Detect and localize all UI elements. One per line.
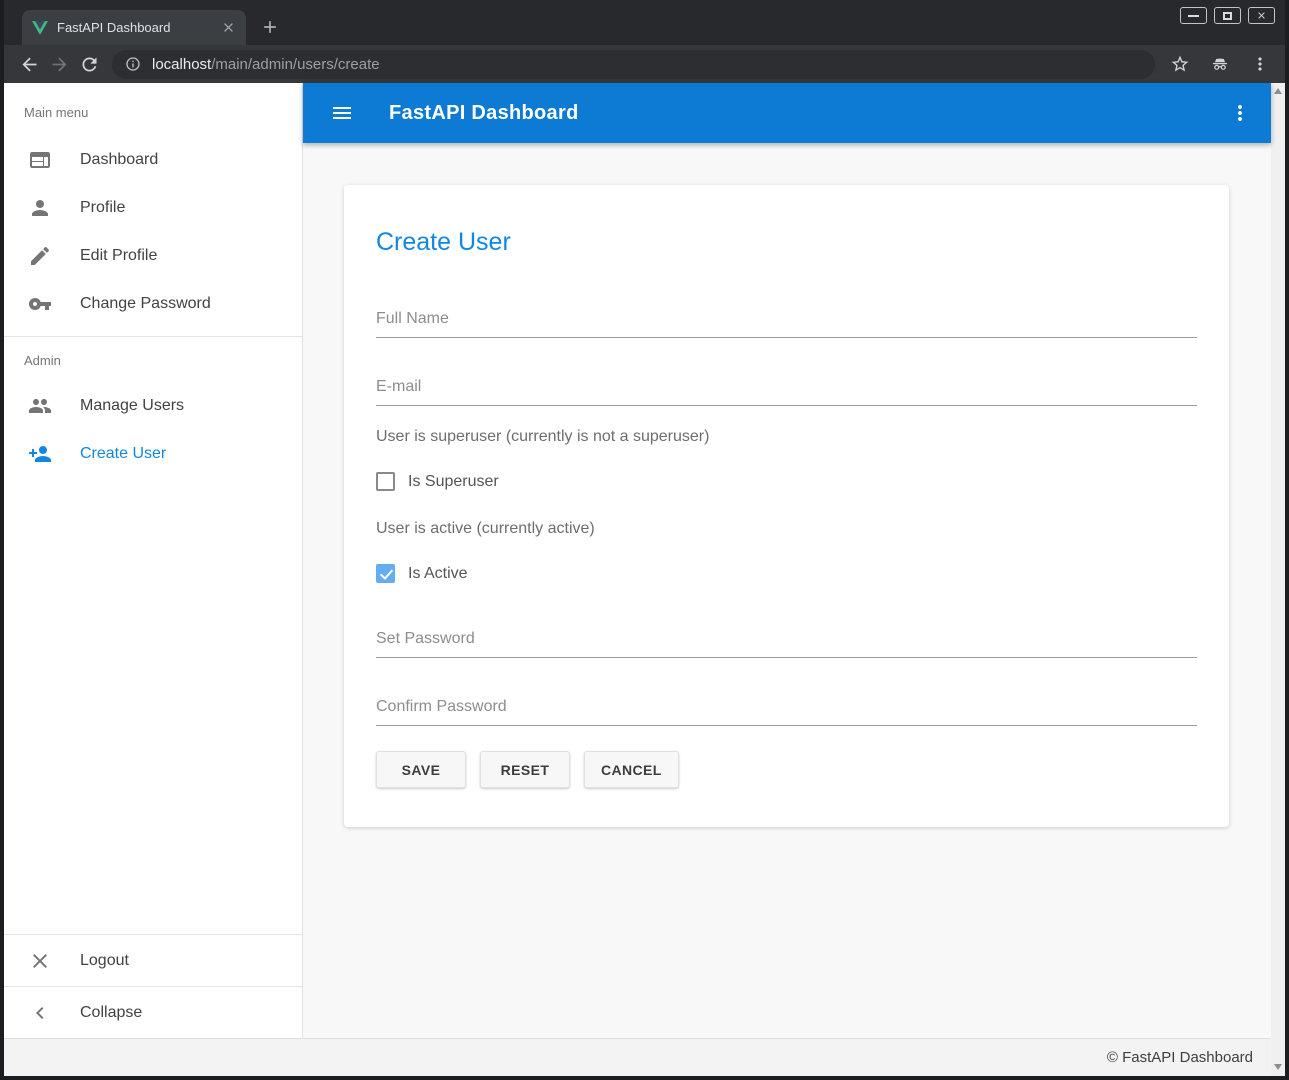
confirm-password-field bbox=[376, 678, 1197, 726]
bookmark-button[interactable] bbox=[1165, 49, 1195, 79]
password-field bbox=[376, 610, 1197, 658]
save-button[interactable]: SAVE bbox=[376, 751, 466, 788]
back-button[interactable] bbox=[14, 49, 44, 79]
plus-icon bbox=[260, 17, 280, 37]
sidebar-item-collapse[interactable]: Collapse bbox=[4, 987, 302, 1038]
sidebar-item-label: Change Password bbox=[80, 295, 211, 313]
browser-window: FastAPI Dashboard bbox=[0, 0, 1289, 1080]
is-superuser-label: Is Superuser bbox=[408, 473, 499, 491]
scroll-down-arrow-icon[interactable] bbox=[1274, 1064, 1282, 1070]
window-controls bbox=[1180, 7, 1275, 24]
star-icon bbox=[1170, 54, 1190, 74]
appbar-menu-button[interactable] bbox=[1226, 99, 1254, 127]
pencil-icon bbox=[28, 244, 52, 268]
page-content: Create User User is superuser (currently… bbox=[303, 143, 1271, 1038]
toolbar-actions bbox=[1165, 49, 1275, 79]
sidebar-item-profile[interactable]: Profile bbox=[4, 184, 302, 232]
incognito-indicator bbox=[1205, 49, 1235, 79]
sidebar-section-header-main-menu: Main menu bbox=[4, 83, 302, 136]
hamburger-menu-button[interactable] bbox=[328, 99, 356, 127]
maximize-icon bbox=[1223, 12, 1232, 20]
is-active-row[interactable]: Is Active bbox=[376, 564, 1197, 583]
sidebar-item-create-user[interactable]: Create User bbox=[4, 430, 302, 478]
minimize-icon bbox=[1188, 15, 1199, 17]
is-active-label: Is Active bbox=[408, 565, 468, 583]
is-superuser-checkbox[interactable] bbox=[376, 472, 395, 491]
back-arrow-icon bbox=[19, 54, 40, 75]
people-icon bbox=[28, 394, 52, 418]
sidebar-item-label: Logout bbox=[80, 952, 129, 970]
kebab-menu-icon bbox=[1228, 101, 1252, 125]
appbar: FastAPI Dashboard bbox=[303, 83, 1271, 143]
hamburger-icon bbox=[330, 101, 354, 125]
maximize-button[interactable] bbox=[1214, 7, 1241, 24]
sidebar-item-label: Create User bbox=[80, 445, 166, 463]
is-superuser-row[interactable]: Is Superuser bbox=[376, 472, 1197, 491]
reload-button[interactable] bbox=[74, 49, 104, 79]
sidebar-bottom: Logout Collapse bbox=[4, 934, 302, 1038]
url-field[interactable]: localhost/main/admin/users/create bbox=[112, 50, 1155, 79]
person-icon bbox=[28, 196, 52, 220]
sidebar-item-logout[interactable]: Logout bbox=[4, 935, 302, 986]
scroll-up-arrow-icon[interactable] bbox=[1274, 88, 1282, 94]
browser-toolbar: localhost/main/admin/users/create bbox=[4, 45, 1285, 83]
reset-button[interactable]: RESET bbox=[480, 751, 570, 788]
copyright-text: © FastAPI Dashboard bbox=[1107, 1049, 1253, 1066]
url-path: /main/admin/users/create bbox=[211, 56, 379, 73]
url-host: localhost bbox=[152, 56, 211, 73]
sidebar-item-manage-users[interactable]: Manage Users bbox=[4, 382, 302, 430]
sidebar-item-label: Collapse bbox=[80, 1004, 142, 1022]
browser-tab[interactable]: FastAPI Dashboard bbox=[22, 10, 246, 45]
full-name-input[interactable] bbox=[376, 310, 1197, 337]
sidebar-item-edit-profile[interactable]: Edit Profile bbox=[4, 232, 302, 280]
sidebar-item-dashboard[interactable]: Dashboard bbox=[4, 136, 302, 184]
close-icon bbox=[28, 949, 52, 973]
email-input[interactable] bbox=[376, 378, 1197, 405]
tab-title: FastAPI Dashboard bbox=[57, 20, 221, 35]
sidebar-section-header-admin: Admin bbox=[4, 337, 302, 382]
sidebar-item-label: Edit Profile bbox=[80, 247, 157, 265]
close-icon bbox=[1256, 10, 1267, 21]
create-user-card: Create User User is superuser (currently… bbox=[344, 185, 1229, 827]
dashboard-icon bbox=[28, 148, 52, 172]
sidebar-item-label: Profile bbox=[80, 199, 125, 217]
sidebar-item-label: Manage Users bbox=[80, 397, 184, 415]
password-input[interactable] bbox=[376, 630, 1197, 657]
sidebar-item-label: Dashboard bbox=[80, 151, 158, 169]
forward-arrow-icon bbox=[49, 54, 70, 75]
sidebar-item-change-password[interactable]: Change Password bbox=[4, 280, 302, 328]
chevron-left-icon bbox=[28, 1001, 52, 1025]
form-buttons: SAVE RESET CANCEL bbox=[376, 751, 1197, 788]
page-footer: © FastAPI Dashboard bbox=[4, 1038, 1271, 1076]
url-text: localhost/main/admin/users/create bbox=[152, 56, 380, 73]
email-field bbox=[376, 358, 1197, 406]
browser-titlebar: FastAPI Dashboard bbox=[4, 0, 1285, 45]
browser-menu-button[interactable] bbox=[1245, 49, 1275, 79]
tab-close-icon[interactable] bbox=[221, 20, 236, 35]
main-area: FastAPI Dashboard Create User bbox=[303, 83, 1271, 1038]
superuser-hint: User is superuser (currently is not a su… bbox=[376, 428, 1197, 446]
reload-icon bbox=[79, 54, 100, 75]
is-active-checkbox[interactable] bbox=[376, 564, 395, 583]
full-name-field bbox=[376, 290, 1197, 338]
info-icon[interactable] bbox=[125, 56, 141, 72]
forward-button[interactable] bbox=[44, 49, 74, 79]
minimize-button[interactable] bbox=[1180, 7, 1207, 24]
close-button[interactable] bbox=[1248, 7, 1275, 24]
vue-logo-icon bbox=[32, 20, 48, 36]
appbar-title: FastAPI Dashboard bbox=[389, 102, 579, 125]
incognito-icon bbox=[1210, 54, 1230, 74]
new-tab-button[interactable] bbox=[256, 13, 284, 41]
active-hint: User is active (currently active) bbox=[376, 520, 1197, 538]
page-title: Create User bbox=[376, 227, 1197, 257]
sidebar: Main menu Dashboard Profile bbox=[4, 83, 303, 1038]
kebab-menu-icon bbox=[1250, 54, 1270, 74]
confirm-password-input[interactable] bbox=[376, 698, 1197, 725]
cancel-button[interactable]: CANCEL bbox=[584, 751, 679, 788]
key-icon bbox=[28, 292, 52, 316]
person-add-icon bbox=[28, 442, 52, 466]
scrollbar[interactable] bbox=[1271, 83, 1285, 1076]
